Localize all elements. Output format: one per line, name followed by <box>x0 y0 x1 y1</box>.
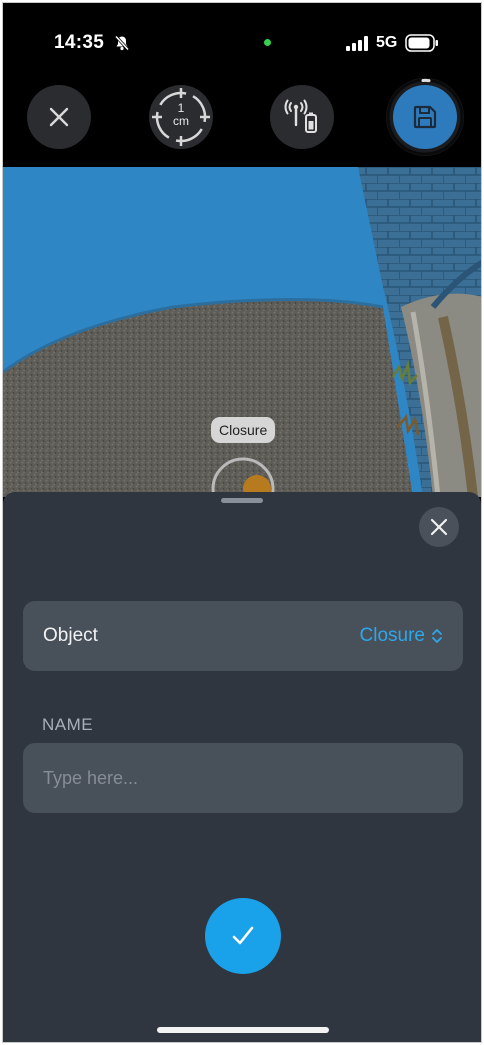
precision-button[interactable]: 1 cm <box>149 85 213 149</box>
antenna-device-icon <box>284 99 317 133</box>
battery-icon <box>405 34 438 52</box>
floppy-disk-icon <box>413 105 437 129</box>
camera-feed <box>3 167 481 497</box>
sheet-close-button[interactable] <box>419 507 459 547</box>
signal-icon <box>346 36 368 51</box>
confirm-button[interactable] <box>205 898 281 974</box>
bottom-sheet: Object Closure NAME <box>3 492 481 1042</box>
gnss-receiver-button[interactable] <box>270 85 334 149</box>
closure-tag: Closure <box>211 417 276 443</box>
save-button[interactable] <box>393 85 457 149</box>
chevron-up-down-icon <box>432 629 442 643</box>
object-label: Object <box>43 625 98 646</box>
status-time: 14:35 <box>54 32 105 53</box>
close-button[interactable] <box>27 85 91 149</box>
network-type: 5G <box>376 34 398 51</box>
close-icon <box>430 518 448 536</box>
recording-indicator <box>264 39 271 46</box>
camera-view[interactable] <box>3 167 481 497</box>
precision-unit: cm <box>173 114 189 128</box>
sheet-grabber[interactable] <box>221 498 263 503</box>
home-indicator <box>157 1027 329 1033</box>
status-bar: 14:35 5G <box>3 3 481 83</box>
name-label: NAME <box>42 715 94 734</box>
top-toolbar: 1 cm <box>3 78 481 167</box>
close-icon <box>49 107 69 127</box>
name-input[interactable] <box>23 743 463 813</box>
object-value-text: Closure <box>359 625 425 646</box>
object-selector[interactable]: Object Closure <box>23 601 463 671</box>
precision-readout: 1 cm <box>149 102 213 128</box>
object-value[interactable]: Closure <box>360 625 443 647</box>
checkmark-icon <box>232 926 254 945</box>
app-frame: 14:35 5G 1 cm Closure Object Closure NAM… <box>2 2 482 1043</box>
bell-slash-icon <box>114 35 130 51</box>
